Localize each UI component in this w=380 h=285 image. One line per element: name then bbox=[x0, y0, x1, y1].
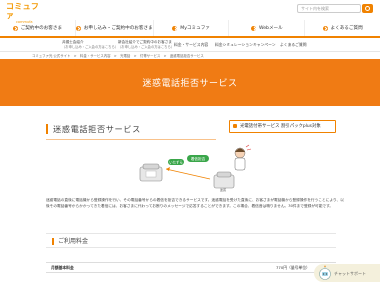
fee-section-title: ご利用料金 bbox=[52, 238, 88, 245]
fee-value: 770円（量号単位） bbox=[276, 265, 310, 270]
service-illustration: 着信拒否 いたずら 迷惑 bbox=[139, 144, 252, 192]
breadcrumb[interactable]: コミュファ光 公式サイト > 料金・サービス内容 > 光電話 > 付帯サービス … bbox=[32, 53, 204, 58]
commufa-logo[interactable]: コミュファ commufa bbox=[6, 2, 46, 24]
reject-bubble-text: 着信拒否 bbox=[191, 156, 206, 161]
caller-label: 迷惑 bbox=[220, 187, 226, 192]
subnav-item-pricing[interactable]: 料金・サービス内容 bbox=[174, 42, 208, 48]
site-header: コミュファ commufa サイト内を検索 bbox=[0, 0, 380, 24]
subnav-item-campaign[interactable]: キャンペーン bbox=[253, 42, 276, 48]
nav-item-apply[interactable]: お申し込み・ご契約中のお客さま bbox=[74, 20, 153, 36]
nav-label: Webメール bbox=[258, 26, 283, 31]
nav-item-mycommufa[interactable]: Myコミュファ bbox=[152, 20, 229, 36]
arrow-circle-icon bbox=[75, 25, 81, 31]
chat-robot-icon bbox=[319, 265, 331, 280]
arrow-circle-icon bbox=[250, 25, 256, 31]
fee-table-row: 月額基本料金 770円（量号単位） bbox=[46, 262, 336, 273]
nav-item-webmail[interactable]: Webメール bbox=[228, 20, 304, 36]
chat-support-button[interactable]: チャットサポート bbox=[314, 264, 380, 282]
sub-nav: 弁護士会紹介 （お申し込み・ご入会の方はこちら） 新会社紹介でご契約中のお客さま… bbox=[0, 38, 380, 51]
chat-support-label: チャットサポート bbox=[334, 271, 366, 276]
nav-label: お申し込み・ご契約中のお客さま bbox=[83, 26, 153, 31]
subnav-label: 新会社紹介でご契約中のお客さま bbox=[118, 40, 172, 44]
subnav-sublabel: （お申し込み・ご入会の方はこちら） bbox=[62, 44, 119, 49]
caller-phone-icon bbox=[213, 171, 235, 189]
nav-item-customers[interactable]: ご契約中のお客さま bbox=[0, 20, 75, 36]
arrow-circle-icon bbox=[12, 25, 18, 31]
section-underline bbox=[46, 139, 216, 140]
logo-main-text: コミュファ bbox=[6, 2, 40, 20]
search-input[interactable]: サイト内を検索 bbox=[297, 4, 361, 13]
phone-icon bbox=[139, 163, 163, 182]
subnav-item-lawyer[interactable]: 弁護士会紹介 （お申し込み・ご入会の方はこちら） bbox=[62, 40, 118, 49]
fee-section-header: ご利用料金 bbox=[46, 233, 336, 248]
nav-item-faq[interactable]: よくあるご質問 bbox=[304, 20, 380, 36]
subnav-item-faq[interactable]: よくあるご質問 bbox=[280, 42, 307, 48]
service-description: 迷惑電話の直後に電話機から登録操作を行い、その電話番号からの着信を拒否できるサー… bbox=[46, 198, 344, 208]
main-nav: ご契約中のお客さま お申し込み・ご契約中のお客さま Myコミュファ Webメール… bbox=[0, 20, 380, 36]
section-title: 迷惑電話拒否サービス bbox=[46, 124, 141, 134]
search-button[interactable] bbox=[362, 4, 373, 13]
page-title: 迷惑電話拒否サービス bbox=[142, 79, 238, 89]
anger-mark-icon bbox=[245, 144, 252, 151]
fee-label: 月額基本料金 bbox=[51, 265, 74, 270]
nav-label: よくあるご質問 bbox=[330, 26, 363, 31]
nav-label: Myコミュファ bbox=[180, 26, 210, 31]
subnav-item-newcompany[interactable]: 新会社紹介でご契約中のお客さま （お申し込み・ご入会の方はこちら） bbox=[118, 40, 174, 49]
nav-label: ご契約中のお客さま bbox=[20, 26, 63, 31]
arrow-circle-icon bbox=[172, 25, 178, 31]
from-bubble-text: いたずら bbox=[169, 159, 183, 164]
subnav-sublabel: （お申し込み・ご入会の方はこちら） bbox=[118, 44, 175, 49]
person-icon bbox=[234, 147, 246, 171]
subnav-item-simulation[interactable]: 料金シミュレーション bbox=[215, 42, 253, 48]
arrow-circle-icon bbox=[322, 25, 328, 31]
discount-badge: 光電話付帯サービス 割引パックplus対象 bbox=[229, 120, 336, 133]
subnav-divider bbox=[0, 51, 380, 52]
